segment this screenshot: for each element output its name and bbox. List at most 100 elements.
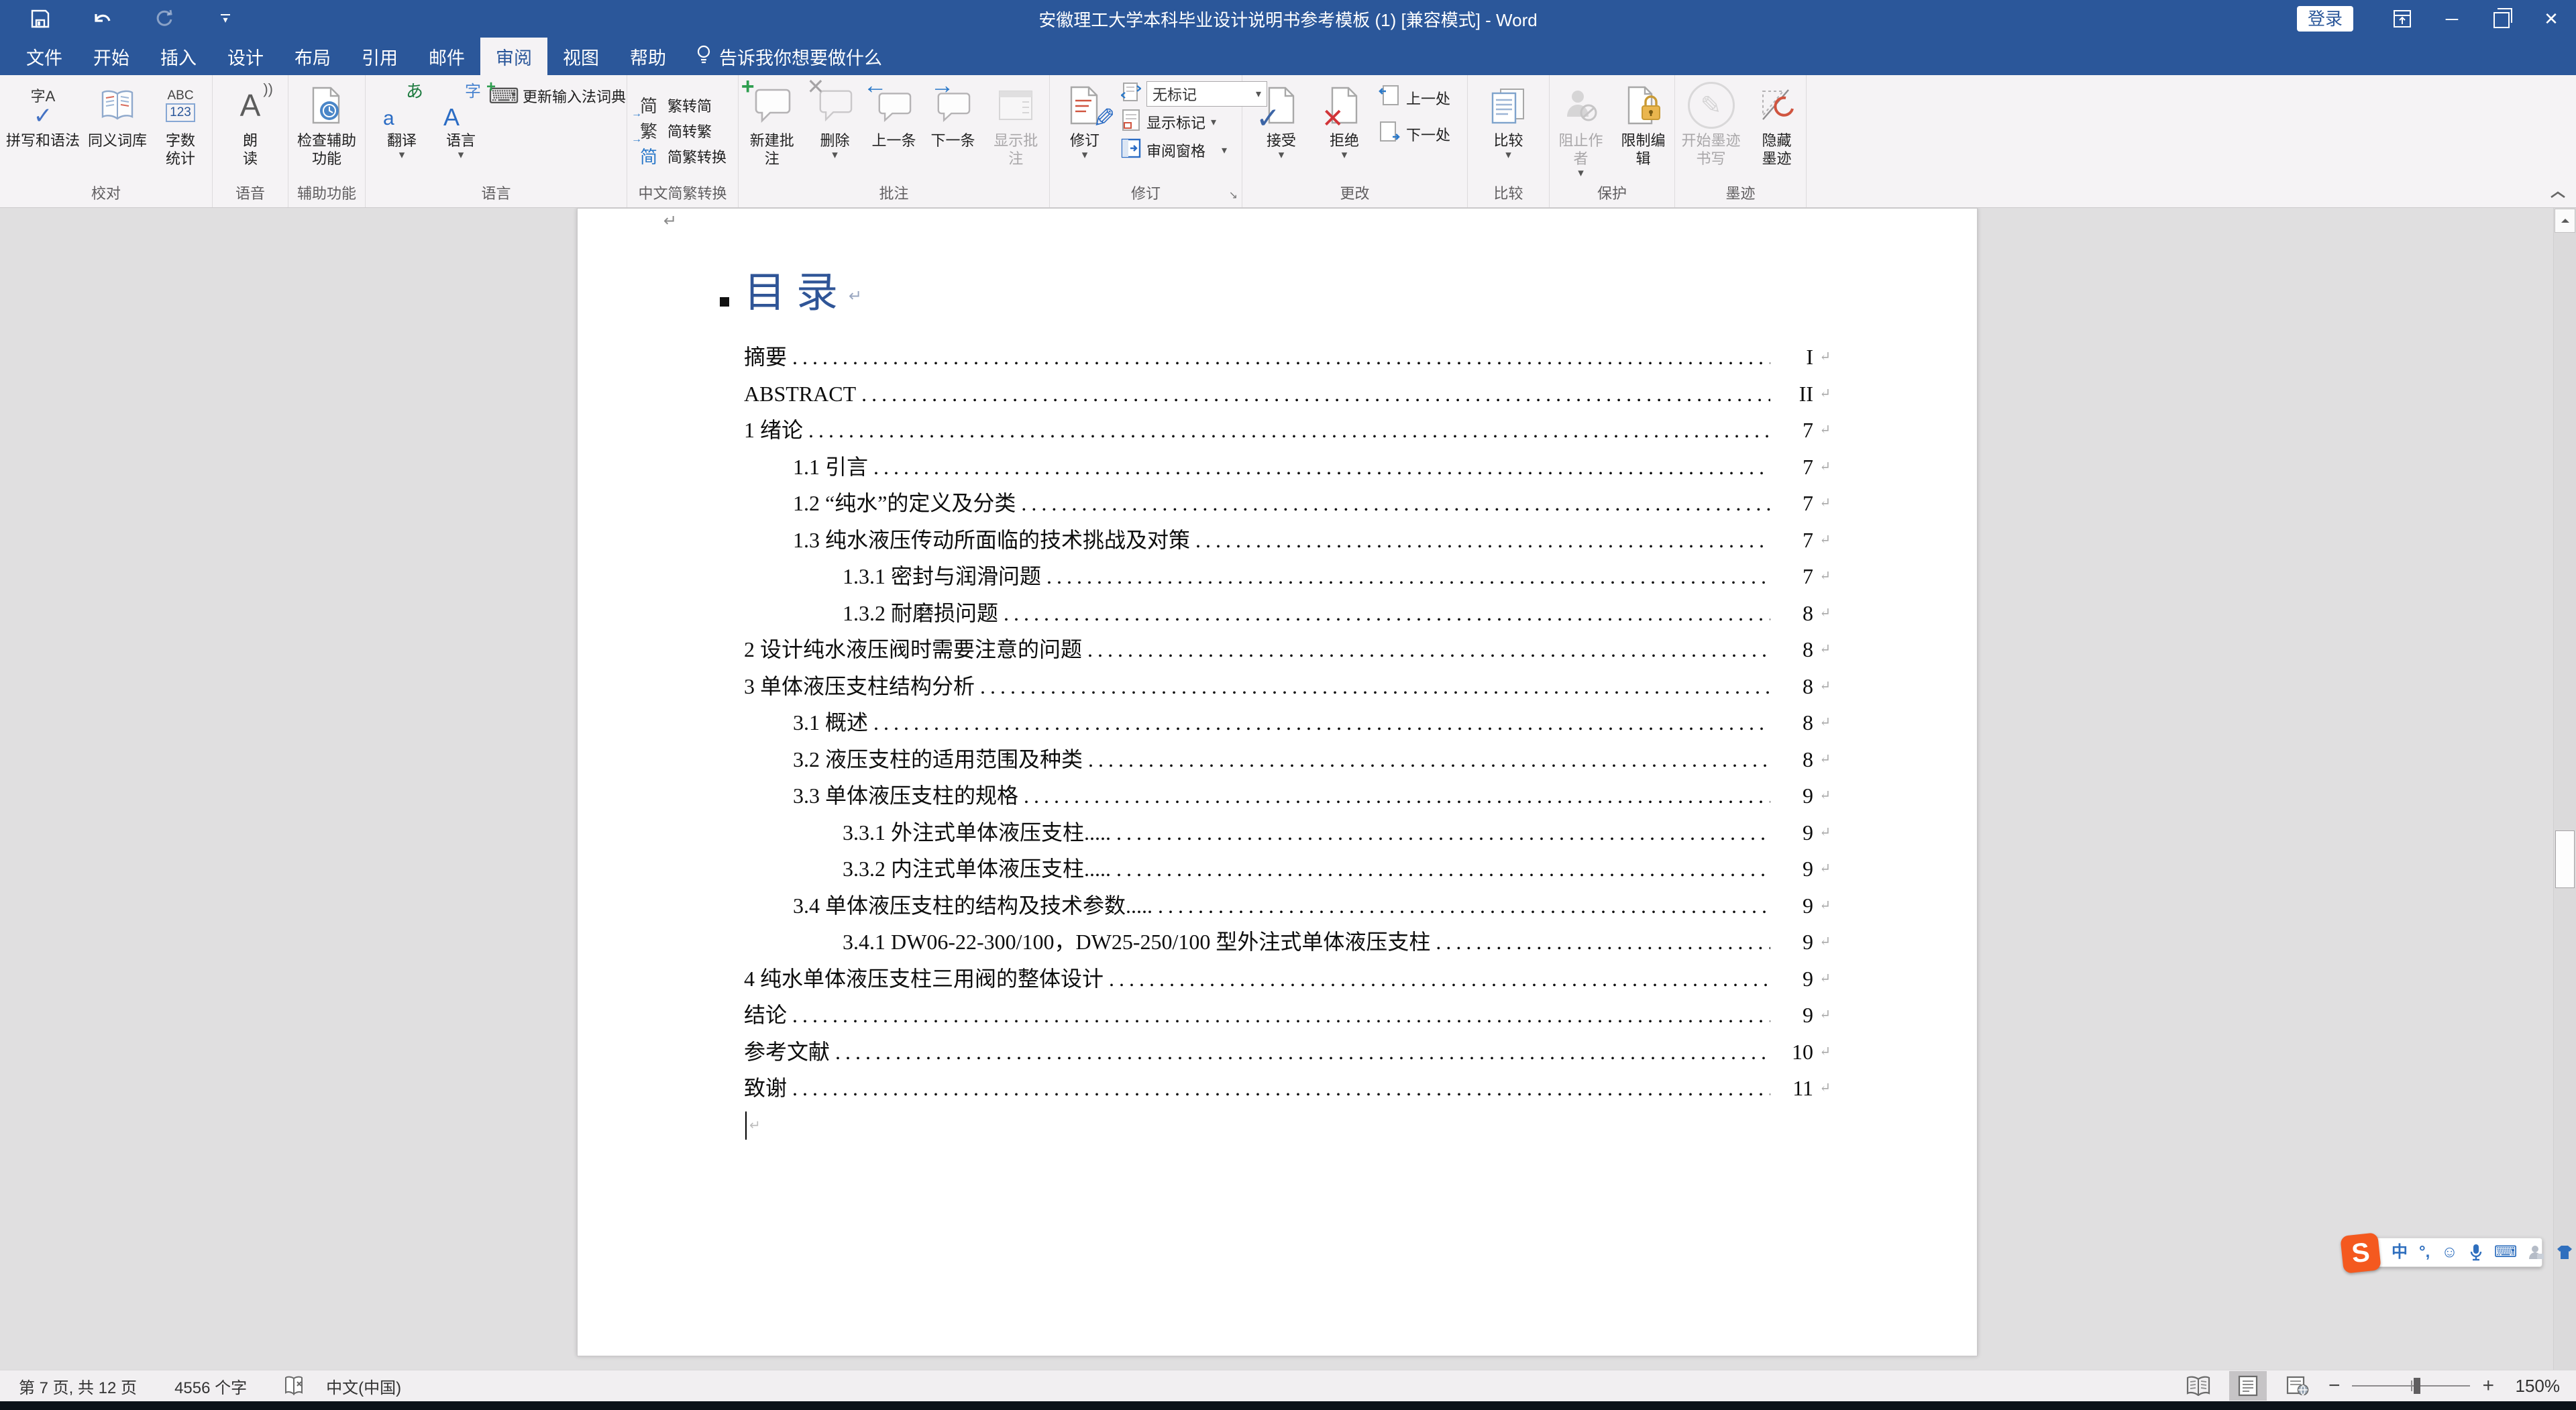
zoom-slider-thumb[interactable] [2414, 1378, 2420, 1394]
zoom-level[interactable]: 150% [2506, 1376, 2560, 1397]
zoom-slider[interactable] [2352, 1371, 2470, 1401]
tab-help[interactable]: 帮助 [614, 38, 682, 75]
toc-entry[interactable]: 3.2 液压支柱的适用范围及种类 .......................… [744, 741, 1831, 778]
tab-file[interactable]: 文件 [11, 38, 78, 75]
word-count-button[interactable]: 字数统计 [151, 78, 210, 168]
compare-icon [1483, 79, 1534, 131]
ime-punctuation-icon[interactable]: °, [2419, 1244, 2430, 1260]
ribbon-display-options-icon[interactable] [2377, 0, 2427, 38]
save-icon[interactable] [28, 7, 52, 31]
sign-in-button[interactable]: 登录 [2297, 6, 2353, 32]
close-button[interactable]: ✕ [2526, 0, 2576, 38]
toc-entry[interactable]: 1.3.1 密封与润滑问题 ..........................… [744, 558, 1831, 595]
toc-page-number: 7 [1770, 485, 1813, 522]
read-aloud-button[interactable]: 朗读 [221, 78, 280, 168]
tab-view[interactable]: 视图 [547, 38, 614, 75]
restrict-editing-button[interactable]: 限制编辑 [1612, 78, 1674, 168]
web-layout-button[interactable] [2279, 1371, 2316, 1401]
customize-qat-caret-icon[interactable]: ▾ [213, 7, 237, 31]
accept-button[interactable]: ✓ 接受 [1252, 78, 1311, 163]
toc-entry[interactable]: 1.3 纯水液压传动所面临的技术挑战及对策 ..................… [744, 522, 1831, 559]
ime-keyboard-icon[interactable]: ⌨ [2494, 1244, 2518, 1260]
zoom-in-button[interactable]: + [2482, 1379, 2494, 1393]
next-change-button[interactable]: 下一处 [1378, 121, 1450, 148]
spelling-grammar-button[interactable]: 拼写和语法 [2, 78, 84, 150]
toc-entry[interactable]: 3.3 单体液压支柱的规格 ..........................… [744, 777, 1831, 814]
vertical-scrollbar[interactable] [2553, 208, 2576, 1370]
toc-entry[interactable]: 摘要 .....................................… [744, 339, 1831, 376]
toc-entry[interactable]: 4 纯水单体液压支柱三用阀的整体设计 .....................… [744, 961, 1831, 997]
restore-button[interactable] [2477, 0, 2526, 38]
undo-icon[interactable] [90, 7, 114, 31]
toc-heading[interactable]: 目录↵ [744, 270, 862, 319]
tab-insert[interactable]: 插入 [145, 38, 212, 75]
scrollbar-thumb[interactable] [2555, 830, 2575, 888]
scroll-up-button[interactable] [2555, 209, 2575, 233]
tab-mailings[interactable]: 邮件 [413, 38, 480, 75]
toc-entry[interactable]: 1 绪论 ...................................… [744, 412, 1831, 449]
ime-mic-icon[interactable] [2469, 1244, 2483, 1261]
translate-button[interactable]: 翻译 [372, 78, 431, 163]
dialog-launcher-icon[interactable]: ↘ [1229, 188, 1238, 202]
hide-ink-button[interactable]: 隐藏墨迹 [1748, 78, 1807, 168]
collapse-ribbon-icon[interactable] [2549, 188, 2567, 203]
language-indicator[interactable]: 中文(中国) [326, 1374, 401, 1398]
redo-icon[interactable] [152, 7, 176, 31]
ime-account-icon[interactable] [2528, 1244, 2544, 1260]
minimize-button[interactable]: ─ [2427, 0, 2477, 38]
toc-entry[interactable]: 3.1 概述 .................................… [744, 704, 1831, 741]
next-comment-button[interactable]: → 下一条 [924, 78, 983, 150]
track-changes-button[interactable]: ✎ 修订 [1055, 78, 1114, 163]
dropdown-caret [1279, 150, 1285, 163]
new-comment-button[interactable]: + 新建批注 [739, 78, 806, 168]
convert-button[interactable]: 简 简繁转换 [635, 144, 727, 169]
toc-entry-text: 3 单体液压支柱结构分析 [744, 668, 975, 705]
toc-entry[interactable]: 2 设计纯水液压阀时需要注意的问题 ......................… [744, 631, 1831, 668]
tab-review[interactable]: 审阅 [480, 38, 547, 75]
reject-button[interactable]: ✕ 拒绝 [1315, 78, 1374, 163]
toc-entry[interactable]: 1.1 引言 .................................… [744, 449, 1831, 486]
thesaurus-button[interactable]: 同义词库 [84, 78, 151, 150]
toc-entry[interactable]: 3.4 单体液压支柱的结构及技术参数..... ................… [744, 887, 1831, 924]
toc-entry[interactable]: 3.4.1 DW06-22-300/100，DW25-250/100 型外注式单… [744, 924, 1831, 961]
zoom-out-button[interactable]: − [2328, 1379, 2341, 1393]
toc-entry[interactable]: 3.3.2 内注式单体液压支柱..... ...................… [744, 851, 1831, 887]
read-mode-button[interactable] [2180, 1371, 2217, 1401]
tell-me-box[interactable]: 告诉我你想要做什么 [682, 38, 896, 75]
ime-emoji-icon[interactable]: ☺ [2441, 1244, 2458, 1260]
tab-references[interactable]: 引用 [346, 38, 413, 75]
tab-design[interactable]: 设计 [212, 38, 279, 75]
ribbon-tabs: 文件 开始 插入 设计 布局 引用 邮件 审阅 视图 帮助 告诉我你想要做什么 [0, 38, 2576, 75]
tab-home[interactable]: 开始 [78, 38, 145, 75]
delete-comment-button[interactable]: ✕ 删除 [806, 78, 865, 163]
toc-leader-dots: ........................................… [787, 1070, 1770, 1107]
document-page[interactable]: ↵ 目录↵ 摘要 ...............................… [577, 208, 1978, 1356]
trad-to-simp-button[interactable]: 简→ 繁转简 [635, 93, 712, 118]
word-count-indicator[interactable]: 4556 个字 [174, 1374, 247, 1398]
toc-entry[interactable]: 参考文献 ...................................… [744, 1034, 1831, 1071]
ime-mode-indicator[interactable]: 中 [2392, 1244, 2408, 1260]
display-for-review-icon [1121, 80, 1141, 107]
language-button[interactable]: 语言 [431, 78, 490, 163]
print-layout-button[interactable] [2229, 1371, 2267, 1401]
toc-entry[interactable]: 3.3.1 外注式单体液压支柱..... ...................… [744, 814, 1831, 851]
ime-skin-icon[interactable] [2556, 1244, 2573, 1260]
previous-change-button[interactable]: 上一处 [1378, 85, 1450, 111]
toc-entry-text: 3.3 单体液压支柱的规格 [793, 777, 1018, 814]
check-accessibility-button[interactable]: 检查辅助功能 [290, 78, 363, 168]
update-ime-dictionary-button[interactable]: 更新输入法词典 [490, 83, 626, 109]
toc-entry[interactable]: 3 单体液压支柱结构分析 ...........................… [744, 668, 1831, 705]
toc-entry[interactable]: 1.2 “纯水”的定义及分类 .........................… [744, 485, 1831, 522]
page-indicator[interactable]: 第 7 页, 共 12 页 [19, 1374, 137, 1398]
toc-entry[interactable]: 结论 .....................................… [744, 997, 1831, 1034]
toc-entry[interactable]: ABSTRACT ...............................… [744, 376, 1831, 413]
proofing-status-icon[interactable] [284, 1376, 306, 1396]
simp-to-trad-button[interactable]: 繁→ 简转繁 [635, 118, 712, 144]
compare-button[interactable]: 比较 [1479, 78, 1538, 163]
toc-entry[interactable]: 致谢 .....................................… [744, 1070, 1831, 1107]
tab-layout[interactable]: 布局 [279, 38, 346, 75]
group-ink: 开始墨迹书写 隐藏墨迹 墨迹 [1675, 75, 1807, 207]
sogou-logo-icon[interactable]: S [2340, 1232, 2381, 1274]
previous-comment-button[interactable]: ← 上一条 [865, 78, 924, 150]
toc-entry[interactable]: 1.3.2 耐磨损问题 ............................… [744, 595, 1831, 632]
